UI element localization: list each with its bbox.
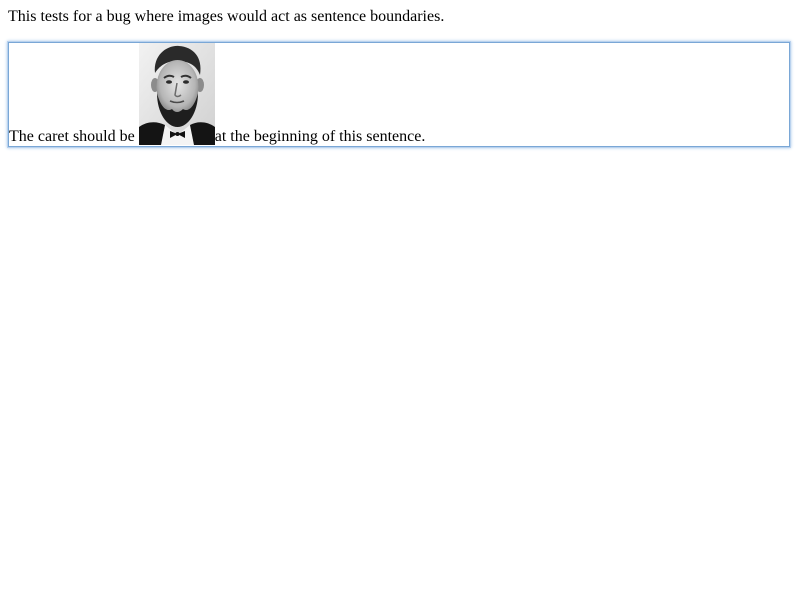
editor-line: The caret should be at the beginning of … xyxy=(9,43,425,146)
editable-region[interactable]: The caret should be at the beginning of … xyxy=(8,42,790,147)
text-after-image: at the beginning of this sentence. xyxy=(214,128,426,145)
intro-text: This tests for a bug where images would … xyxy=(8,8,445,25)
portrait-image xyxy=(138,43,215,145)
text-before-image: The caret should be xyxy=(9,128,135,145)
